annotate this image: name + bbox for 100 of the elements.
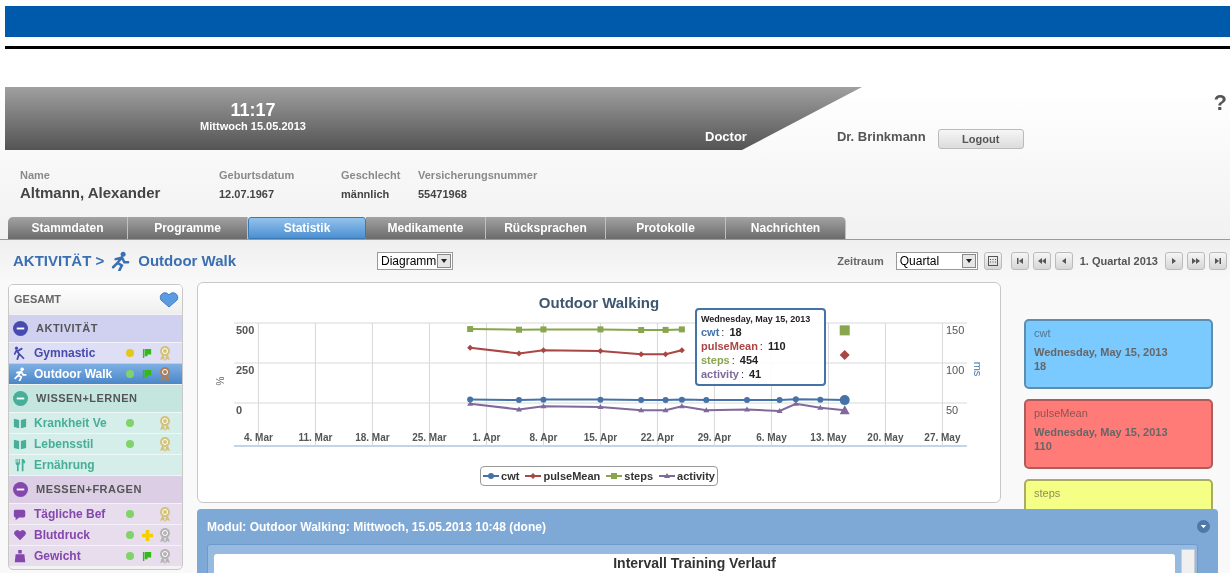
content-title: Intervall Training Verlauf — [613, 555, 776, 573]
last-period-button[interactable] — [1209, 252, 1227, 270]
sidebar-item[interactable]: Blutdruck — [9, 524, 182, 545]
skip-end-icon — [1213, 256, 1223, 266]
point — [678, 347, 685, 354]
tab[interactable]: Nachrichten — [726, 217, 846, 239]
axis-tick-label: 15. Apr — [583, 432, 618, 443]
legend-marker-icon — [659, 472, 675, 480]
tab[interactable]: Programme — [128, 217, 248, 239]
collapse-icon[interactable] — [1197, 520, 1210, 533]
point — [662, 396, 669, 403]
first-period-button[interactable] — [1010, 252, 1029, 270]
field-label: Name — [20, 168, 51, 182]
sidebar-item[interactable]: Gewicht — [9, 545, 182, 566]
point — [467, 396, 474, 403]
period-label: Zeitraum — [837, 253, 884, 269]
double-left-arrow-icon — [1036, 256, 1047, 266]
axis-tick-label: 29. Apr — [697, 432, 732, 443]
view-select[interactable]: Diagramm — [377, 252, 453, 270]
sidebar-item[interactable]: Tägliche Bef — [9, 503, 182, 524]
card-date: Wednesday, May 15, 2013 — [1034, 425, 1169, 439]
heart-icon — [13, 528, 27, 542]
axis-tick-label: 100 — [946, 364, 965, 376]
scrollbar[interactable] — [1181, 549, 1195, 573]
group-header[interactable]: AKTIVITÄT — [9, 315, 182, 342]
legend-label[interactable]: cwt — [501, 467, 520, 485]
group-header[interactable]: WISSEN+LERNEN — [9, 385, 182, 412]
weight-icon — [13, 549, 27, 563]
point — [817, 404, 824, 410]
point — [678, 326, 685, 333]
book-icon — [13, 437, 27, 451]
point — [597, 404, 604, 409]
tab[interactable]: Rücksprachen — [486, 217, 606, 239]
point — [540, 347, 547, 354]
collapse-icon[interactable] — [13, 482, 28, 497]
point — [776, 396, 783, 403]
axis-tick-label: 13. May — [810, 432, 847, 443]
point — [597, 326, 604, 333]
breadcrumb-link[interactable]: AKTIVITÄT > — [13, 249, 105, 273]
rewind-button[interactable] — [1032, 252, 1051, 270]
point — [467, 400, 474, 406]
legend-label[interactable]: activity — [677, 467, 715, 485]
axis-label: ms — [972, 361, 984, 377]
tooltip-row-text: pulseMean : 110 — [701, 339, 787, 353]
point — [467, 326, 474, 333]
point — [638, 351, 645, 358]
logout-button[interactable]: Logout — [937, 129, 1024, 149]
sidebar-item[interactable]: Outdoor Walk — [9, 363, 182, 384]
heart-icon — [159, 291, 179, 308]
axis-tick-label: 250 — [236, 364, 255, 376]
fast-forward-button[interactable] — [1187, 252, 1205, 270]
legend-marker-icon — [525, 472, 542, 480]
legend-marker-icon — [606, 472, 623, 480]
point — [662, 351, 669, 358]
axis-tick-label: 27. May — [924, 432, 961, 443]
collapse-icon[interactable] — [13, 321, 28, 336]
clock-time: 11:17 — [230, 100, 276, 120]
point — [638, 327, 645, 334]
axis-tick-label: 11. Mar — [298, 432, 333, 443]
next-period-button[interactable] — [1165, 252, 1183, 270]
previous-period-button[interactable] — [1054, 252, 1073, 270]
axis-label: % — [215, 376, 226, 386]
point — [516, 396, 522, 403]
point — [597, 396, 604, 403]
legend-label[interactable]: steps — [624, 467, 653, 485]
runner-icon — [110, 251, 131, 271]
period-select[interactable]: Quartal — [895, 252, 978, 270]
card-title: pulseMean — [1034, 406, 1089, 420]
runner-icon — [13, 367, 27, 381]
field-value: 55471968 — [418, 187, 468, 201]
sidebar-item[interactable]: Gymnastic — [9, 342, 182, 363]
card-title: cwt — [1034, 326, 1052, 340]
point — [540, 326, 547, 333]
module-title: Modul: Outdoor Walking: Mittwoch, 15.05.2013 10:48 (done) — [207, 518, 546, 536]
group-header[interactable]: MESSEN+FRAGEN — [9, 476, 182, 503]
tooltip-title: Wednesday, May 15, 2013 — [701, 313, 812, 325]
help-link[interactable]: ? — [1213, 91, 1227, 115]
legend-marker-icon — [483, 472, 500, 480]
field-value: 12.07.1967 — [219, 187, 276, 201]
point — [678, 403, 685, 409]
tab[interactable]: Medikamente — [366, 217, 486, 239]
point — [540, 403, 547, 409]
tab[interactable]: Protokolle — [606, 217, 726, 239]
point — [792, 400, 799, 406]
field-value: männlich — [341, 187, 391, 201]
tab[interactable]: Statistik — [248, 217, 366, 239]
tab[interactable]: Stammdaten — [8, 217, 128, 239]
point — [516, 326, 522, 333]
field-value: Altmann, Alexander — [20, 183, 162, 203]
double-right-arrow-icon — [1191, 256, 1201, 266]
card-value: 18 — [1034, 359, 1048, 373]
point — [516, 350, 522, 357]
axis-tick-label: 8. Apr — [529, 432, 558, 443]
axis-tick-label: 25. Mar — [412, 432, 447, 443]
card-title: steps — [1034, 486, 1062, 500]
axis-tick-label: 1. Apr — [472, 432, 501, 443]
legend-label[interactable]: pulseMean — [543, 467, 601, 485]
tooltip-row-text: cwt : 18 — [701, 325, 743, 339]
calendar-button[interactable] — [983, 252, 1002, 270]
axis-tick-label: 150 — [946, 324, 965, 336]
